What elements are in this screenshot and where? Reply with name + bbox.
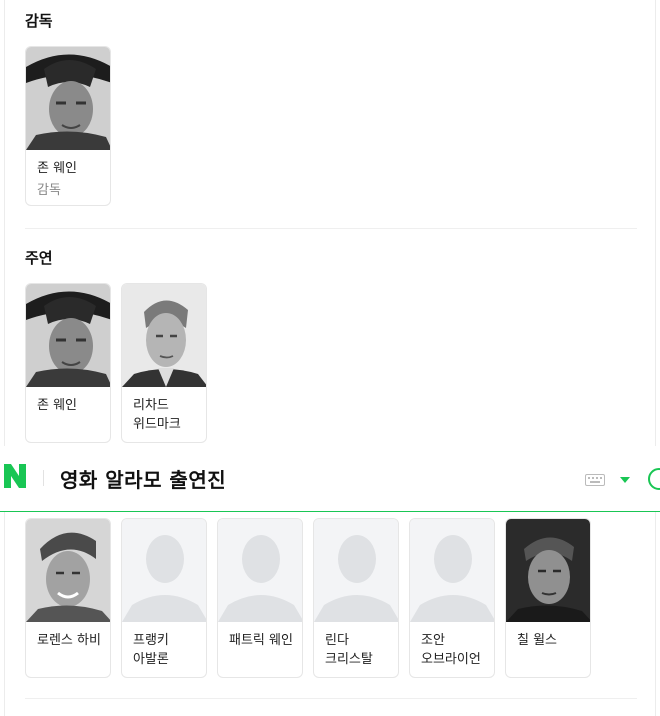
director-section-title: 감독 [25,12,53,30]
person-role: 감독 [37,183,61,198]
person-card-cast[interactable]: 칠 윌스 [505,518,591,678]
search-button[interactable] [648,468,660,490]
caret-down-icon[interactable] [620,477,630,483]
person-card-cast[interactable]: 패트릭 웨인 [217,518,303,678]
section-divider [25,698,637,699]
person-name: 프랭키 아발론 [133,633,169,667]
person-name: 패트릭 웨인 [229,633,293,648]
person-card-lead[interactable]: 존 웨인 [25,283,111,443]
person-name: 존 웨인 [37,398,78,413]
person-card-cast[interactable]: 린다 크리스탈 [313,518,399,678]
person-card-cast[interactable]: 로렌스 하비 [25,518,111,678]
page-title: 영화 알라모 출연진 [60,468,227,492]
keyboard-icon[interactable] [585,474,605,486]
placeholder-icon [314,519,398,622]
person-card-lead[interactable]: 리차드 위드마크 [121,283,207,443]
person-photo [506,519,590,622]
person-name: 리차드 위드마크 [133,398,181,432]
person-card-director[interactable]: 존 웨인 감독 [25,46,111,206]
placeholder-icon [218,519,302,622]
person-name: 로렌스 하비 [37,633,101,648]
person-card-cast[interactable]: 조안 오브라이언 [409,518,495,678]
person-name: 존 웨인 [37,161,78,176]
lead-section-title: 주연 [25,249,53,267]
person-photo [122,284,206,387]
person-photo [26,519,110,622]
person-name: 린다 크리스탈 [325,633,373,667]
naver-logo-icon[interactable] [4,464,26,488]
person-card-cast[interactable]: 프랭키 아발론 [121,518,207,678]
sticky-search-header: 영화 알라모 출연진 [0,446,660,512]
header-separator [43,470,44,486]
person-photo [26,284,110,387]
person-name: 칠 윌스 [517,633,558,648]
person-photo [26,47,110,150]
placeholder-icon [122,519,206,622]
section-divider [25,228,637,229]
person-name: 조안 오브라이언 [421,633,481,667]
placeholder-icon [410,519,494,622]
